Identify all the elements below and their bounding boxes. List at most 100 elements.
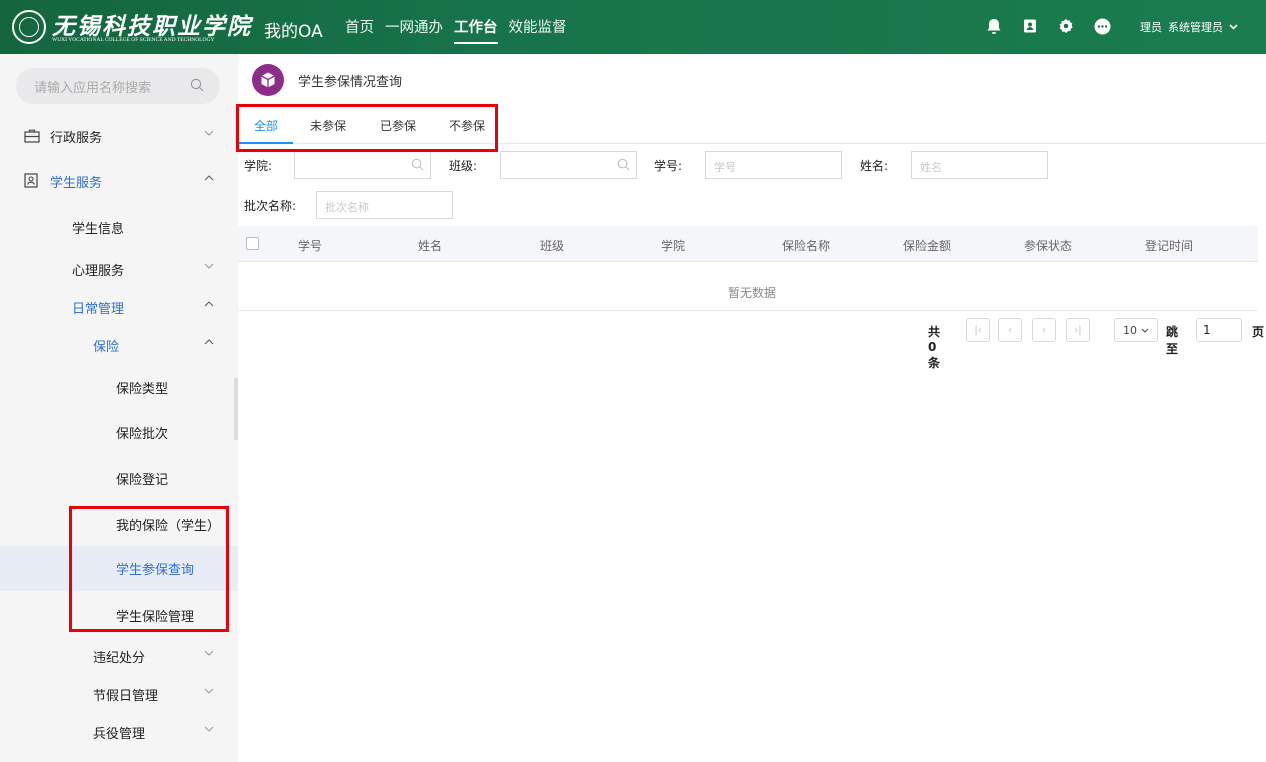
- header-icons: [985, 16, 1111, 36]
- student-no-placeholder: 学号: [714, 161, 736, 174]
- column-header[interactable]: 保险金额: [903, 237, 951, 254]
- column-header[interactable]: 姓名: [418, 237, 442, 254]
- college-label: 学院:: [244, 159, 273, 173]
- column-header[interactable]: 班级: [540, 237, 564, 254]
- tab-declined[interactable]: 不参保: [449, 117, 485, 134]
- chevron-up-icon: [204, 339, 214, 345]
- name-input[interactable]: 姓名: [911, 151, 1048, 179]
- sidebar-item-label: 违纪处分: [93, 650, 146, 666]
- next-page-button[interactable]: ›: [1032, 318, 1056, 342]
- page-size-value: 10: [1123, 323, 1137, 337]
- briefcase-icon: [24, 129, 40, 143]
- nav-home[interactable]: 首页: [345, 16, 374, 37]
- sidebar-item-insurance[interactable]: 保险: [0, 326, 238, 364]
- bell-icon[interactable]: [985, 16, 1003, 36]
- tab-not-insured[interactable]: 未参保: [310, 117, 346, 134]
- column-header[interactable]: 学号: [298, 237, 322, 254]
- nav-one-stop[interactable]: 一网通办: [385, 16, 443, 37]
- sidebar-item-discipline[interactable]: 违纪处分: [0, 637, 238, 675]
- total-count: 共0条: [928, 325, 941, 370]
- sidebar: 请输入应用名称搜索 行政服务 学生服务 学生信息 心理服务 日常管理 保险 保险…: [0, 54, 238, 762]
- batch-placeholder: 批次名称: [325, 201, 369, 214]
- sidebar-item-insurance-query[interactable]: 学生参保查询: [0, 546, 238, 591]
- prev-page-button[interactable]: ‹: [998, 318, 1022, 342]
- cube-icon: [252, 64, 284, 96]
- app-title[interactable]: 我的OA: [264, 17, 323, 42]
- column-header[interactable]: 参保状态: [1024, 237, 1072, 254]
- student-no-label: 学号:: [654, 159, 683, 173]
- page-unit: 页: [1252, 325, 1265, 339]
- sidebar-item-insurance-batch[interactable]: 保险批次: [0, 413, 238, 451]
- first-page-button[interactable]: |‹: [966, 318, 990, 342]
- college-logo[interactable]: 无锡科技职业学院 WUXI VOCATIONAL COLLEGE OF SCIE…: [12, 8, 250, 48]
- chevron-down-icon: [204, 130, 214, 136]
- sidebar-item-insurance-type[interactable]: 保险类型: [0, 368, 238, 406]
- sidebar-item-student-service[interactable]: 学生服务: [0, 162, 238, 200]
- nav-workbench[interactable]: 工作台: [454, 16, 498, 44]
- chevron-down-icon: [204, 650, 214, 656]
- page-size-select[interactable]: 10: [1114, 318, 1158, 342]
- tab-all[interactable]: 全部: [254, 117, 278, 134]
- page-title: 学生参保情况查询: [298, 74, 403, 90]
- logo-english-text: WUXI VOCATIONAL COLLEGE OF SCIENCE AND T…: [52, 37, 215, 43]
- sidebar-item-label: 保险登记: [116, 472, 169, 488]
- app-search-input[interactable]: 请输入应用名称搜索: [16, 68, 220, 104]
- chevron-down-icon: [1141, 328, 1149, 333]
- sidebar-item-insurance-management[interactable]: 学生保险管理: [0, 596, 238, 634]
- sidebar-item-military[interactable]: 兵役管理: [0, 713, 238, 751]
- page-header: 学生参保情况查询: [252, 64, 402, 96]
- sidebar-item-psych-service[interactable]: 心理服务: [0, 250, 238, 288]
- chevron-down-icon: [204, 688, 214, 694]
- sidebar-item-label: 我的保险（学生）: [116, 518, 221, 534]
- column-header[interactable]: 保险名称: [782, 237, 830, 254]
- user-menu[interactable]: 理员 系统管理员: [1140, 19, 1238, 35]
- class-select[interactable]: [500, 151, 637, 179]
- last-page-button[interactable]: ›|: [1066, 318, 1090, 342]
- chevron-down-icon: [204, 726, 214, 732]
- sidebar-item-label: 学生服务: [50, 175, 103, 191]
- contacts-icon[interactable]: [1021, 16, 1039, 36]
- sidebar-item-holiday[interactable]: 节假日管理: [0, 675, 238, 713]
- column-header[interactable]: 登记时间: [1145, 237, 1193, 254]
- student-no-input[interactable]: 学号: [705, 151, 842, 179]
- user-role-prefix: 理员: [1140, 21, 1162, 34]
- jump-label: 跳至: [1166, 325, 1179, 356]
- top-nav: 首页 一网通办 工作台 效能监督: [345, 16, 567, 44]
- main-content: 学生参保情况查询 全部 未参保 已参保 不参保 学院: 班级: 学号: 学号 姓…: [238, 54, 1266, 762]
- tab-insured[interactable]: 已参保: [380, 117, 416, 134]
- sidebar-item-student-info[interactable]: 学生信息: [0, 208, 238, 246]
- select-all-checkbox[interactable]: [246, 237, 259, 250]
- batch-label: 批次名称:: [244, 199, 297, 213]
- status-tabs: 全部 未参保 已参保 不参保: [238, 108, 1266, 144]
- sidebar-item-daily-management[interactable]: 日常管理: [0, 288, 238, 326]
- active-tab-indicator: [238, 142, 293, 144]
- sidebar-item-admin-service[interactable]: 行政服务: [0, 117, 238, 155]
- sidebar-item-label: 学生参保查询: [116, 563, 195, 578]
- sidebar-item-label: 学生保险管理: [116, 609, 195, 625]
- nav-supervision[interactable]: 效能监督: [509, 16, 567, 37]
- sidebar-item-label: 保险类型: [116, 381, 169, 397]
- name-label: 姓名:: [860, 159, 889, 173]
- batch-input[interactable]: 批次名称: [316, 191, 453, 219]
- column-header[interactable]: 学院: [661, 237, 685, 254]
- id-card-icon: [24, 173, 38, 188]
- sidebar-item-label: 心理服务: [72, 263, 125, 279]
- chevron-up-icon: [204, 301, 214, 307]
- sidebar-item-my-insurance[interactable]: 我的保险（学生）: [0, 505, 238, 543]
- search-icon[interactable]: [190, 78, 204, 92]
- sidebar-item-label: 节假日管理: [93, 688, 159, 704]
- chevron-down-icon: [1229, 24, 1238, 30]
- jump-page-input[interactable]: 1: [1196, 318, 1242, 342]
- top-header: 无锡科技职业学院 WUXI VOCATIONAL COLLEGE OF SCIE…: [0, 0, 1266, 54]
- table-header: 学号 姓名 班级 学院 保险名称 保险金额 参保状态 登记时间: [238, 226, 1258, 262]
- sidebar-item-label: 行政服务: [50, 130, 103, 146]
- sidebar-item-insurance-register[interactable]: 保险登记: [0, 459, 238, 497]
- gear-icon[interactable]: [1057, 16, 1075, 36]
- more-icon[interactable]: [1093, 16, 1111, 36]
- sidebar-item-label: 保险: [93, 339, 120, 355]
- sidebar-item-label: 日常管理: [72, 301, 125, 317]
- search-icon: [411, 158, 424, 171]
- college-seal-icon: [12, 10, 46, 44]
- college-select[interactable]: [294, 151, 431, 179]
- logo-text: 无锡科技职业学院: [52, 13, 252, 40]
